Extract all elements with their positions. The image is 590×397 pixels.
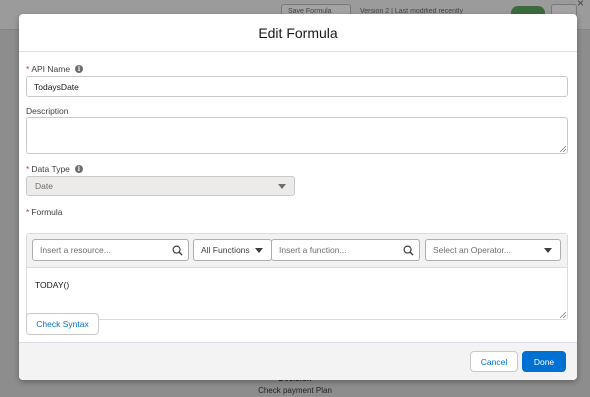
edit-formula-modal: Edit Formula * API Name i TodaysDate Des… bbox=[19, 14, 577, 380]
modal-footer: Cancel Done bbox=[19, 342, 577, 380]
formula-textarea[interactable]: TODAY() bbox=[35, 280, 69, 290]
search-icon[interactable] bbox=[172, 245, 183, 256]
api-name-label: * API Name i bbox=[26, 64, 84, 74]
insert-resource-placeholder: Insert a resource... bbox=[40, 245, 111, 255]
chevron-down-icon bbox=[255, 248, 263, 253]
data-type-select: Date bbox=[26, 176, 295, 196]
description-label: Description bbox=[26, 106, 69, 116]
chevron-down-icon bbox=[544, 248, 552, 253]
info-icon[interactable]: i bbox=[74, 165, 83, 173]
api-name-label-text: API Name bbox=[31, 64, 71, 74]
modal-header: Edit Formula bbox=[19, 14, 577, 52]
data-type-value: Date bbox=[35, 181, 53, 191]
check-syntax-button[interactable]: Check Syntax bbox=[26, 313, 99, 335]
functions-category-value: All Functions bbox=[201, 245, 250, 255]
functions-category-dropdown[interactable]: All Functions bbox=[193, 239, 272, 261]
insert-resource-input[interactable]: Insert a resource... bbox=[32, 239, 189, 261]
formula-label: * Formula bbox=[26, 207, 63, 217]
operator-dropdown[interactable]: Select an Operator... bbox=[425, 239, 561, 261]
formula-label-text: Formula bbox=[31, 207, 63, 217]
info-icon[interactable]: i bbox=[75, 65, 84, 73]
modal-title: Edit Formula bbox=[258, 24, 338, 41]
insert-function-placeholder: Insert a function... bbox=[279, 245, 347, 255]
required-marker: * bbox=[26, 64, 30, 74]
description-textarea[interactable] bbox=[26, 117, 568, 154]
resize-grip-icon[interactable] bbox=[560, 146, 566, 152]
search-icon[interactable] bbox=[403, 245, 414, 256]
operator-placeholder: Select an Operator... bbox=[433, 245, 511, 255]
background-decision-subtitle: Check payment Plan bbox=[258, 386, 332, 395]
required-marker: * bbox=[26, 164, 30, 174]
formula-editor: Insert a resource... All Functions Inser… bbox=[26, 233, 568, 320]
required-marker: * bbox=[26, 207, 30, 217]
insert-function-input[interactable]: Insert a function... bbox=[271, 239, 420, 261]
chevron-down-icon bbox=[278, 184, 286, 189]
api-name-input[interactable]: TodaysDate bbox=[26, 76, 568, 97]
cancel-button[interactable]: Cancel bbox=[470, 351, 518, 372]
formula-toolbar: Insert a resource... All Functions Inser… bbox=[27, 234, 567, 268]
data-type-label: * Data Type i bbox=[26, 164, 83, 174]
close-icon: × bbox=[576, 0, 584, 10]
data-type-label-text: Data Type bbox=[31, 164, 70, 174]
resize-grip-icon[interactable] bbox=[560, 312, 566, 318]
done-button[interactable]: Done bbox=[522, 351, 566, 372]
